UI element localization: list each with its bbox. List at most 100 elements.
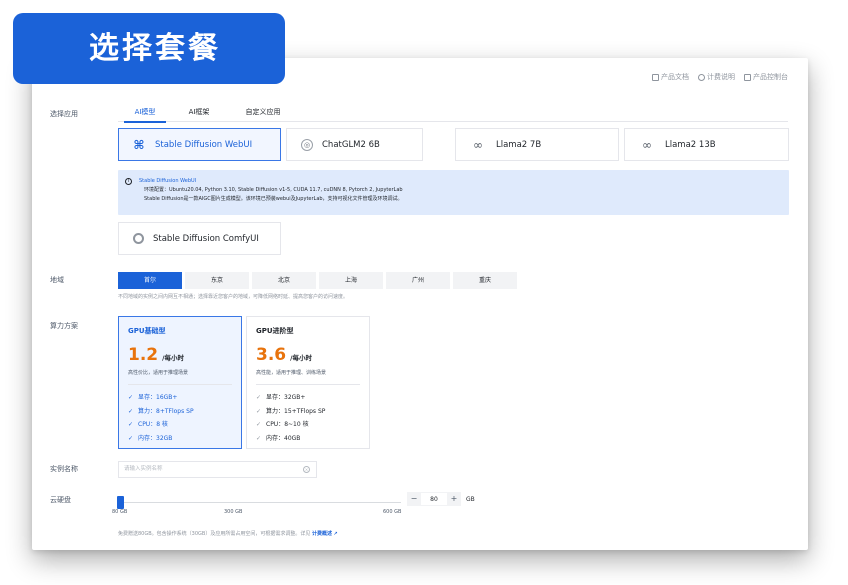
chatglm-icon: ◎ bbox=[301, 138, 313, 151]
grid-icon bbox=[744, 73, 751, 81]
page-title-banner: 选择套餐 bbox=[13, 13, 285, 84]
tab-ai-frameworks[interactable]: AI框架 bbox=[172, 106, 226, 122]
model-label: Llama2 13B bbox=[665, 139, 716, 150]
region-shanghai[interactable]: 上海 bbox=[319, 272, 383, 289]
comfyui-icon bbox=[133, 233, 144, 244]
model-label: ChatGLM2 6B bbox=[322, 139, 380, 150]
model-label: Llama2 7B bbox=[496, 139, 542, 150]
tab-custom-apps[interactable]: 自定义应用 bbox=[226, 106, 300, 122]
price-value: 3.6 bbox=[256, 345, 287, 365]
clear-icon[interactable]: × bbox=[303, 466, 310, 473]
tab-ai-models[interactable]: AI模型 bbox=[118, 106, 172, 123]
app-label: 选择应用 bbox=[50, 110, 78, 118]
check-icon: ✓ bbox=[256, 407, 262, 415]
plan-card-basic[interactable]: GPU基础型 1.2 /每小时 高性价比，适用于推理场景 ✓ 显存：16GB+ ✓… bbox=[118, 316, 242, 449]
info-title: Stable Diffusion WebUI bbox=[139, 178, 197, 184]
purchase-panel: 产品文档 计费说明 产品控制台 选择应用 AI模型 AI框架 自定义应用 ⌘ S… bbox=[32, 58, 808, 550]
instance-name-input[interactable]: 请输入实例名称 × bbox=[118, 461, 317, 478]
check-icon: ✓ bbox=[128, 434, 134, 442]
feature-text: 算力：8+TFlops SP bbox=[138, 407, 194, 415]
region-selector: 首尔 东京 北京 上海 广州 重庆 bbox=[118, 272, 517, 289]
disk-size-stepper: − 80 + GB bbox=[407, 492, 475, 506]
divider bbox=[256, 384, 360, 385]
plan-title: GPU基础型 bbox=[128, 327, 166, 335]
model-card-llama2-7b[interactable]: ∞ Llama2 7B bbox=[455, 128, 619, 161]
compute-label: 算力方案 bbox=[50, 322, 78, 330]
price-unit: /每小时 bbox=[290, 354, 312, 362]
billing-link-label: 计费说明 bbox=[707, 73, 735, 81]
disk-size-slider[interactable] bbox=[117, 496, 401, 509]
check-icon: ✓ bbox=[128, 407, 134, 415]
price-unit: /每小时 bbox=[162, 354, 184, 362]
plan-feature: ✓ 内存：32GB bbox=[128, 432, 241, 446]
info-desc: Stable Diffusion是一款AIGC图片生成模型。该环境已预装webu… bbox=[144, 196, 403, 202]
check-icon: ✓ bbox=[256, 421, 262, 428]
plan-price: 1.2 /每小时 bbox=[128, 345, 241, 365]
check-icon: ✓ bbox=[128, 394, 134, 401]
region-tokyo[interactable]: 东京 bbox=[185, 272, 249, 289]
region-seoul[interactable]: 首尔 bbox=[118, 272, 182, 289]
console-link-label: 产品控制台 bbox=[753, 73, 788, 81]
feature-text: 算力：15+TFlops SP bbox=[266, 407, 326, 415]
feature-text: 内存：40GB bbox=[266, 434, 301, 442]
check-icon: ✓ bbox=[256, 434, 262, 442]
plan-price: 3.6 /每小时 bbox=[256, 345, 369, 365]
region-hint: 不同地域的实例之间内网互不相通；选择靠近您客户的地域，可降低网络时延、提高您客户… bbox=[118, 294, 349, 300]
plan-feature: ✓ 显存：32GB+ bbox=[256, 391, 369, 405]
disk-size-value[interactable]: 80 bbox=[421, 492, 447, 506]
plan-feature: ✓ CPU：8~10 核 bbox=[256, 418, 369, 432]
increment-button[interactable]: + bbox=[447, 492, 461, 506]
feature-text: 内存：32GB bbox=[138, 434, 173, 442]
model-card-sd-webui[interactable]: ⌘ Stable Diffusion WebUI bbox=[118, 128, 281, 161]
plan-card-advanced[interactable]: GPU进阶型 3.6 /每小时 高性能，适用于推理、训练场景 ✓ 显存：32GB+… bbox=[246, 316, 370, 449]
plan-feature: ✓ 内存：40GB bbox=[256, 432, 369, 446]
region-guangzhou[interactable]: 广州 bbox=[386, 272, 450, 289]
slider-tick-min: 80 GB bbox=[112, 509, 128, 515]
plan-feature: ✓ 算力：15+TFlops SP bbox=[256, 405, 369, 419]
slider-tick-mid: 300 GB bbox=[224, 509, 243, 515]
slider-tick-max: 600 GB bbox=[383, 509, 402, 515]
external-link-icon[interactable]: ↗ bbox=[334, 531, 338, 537]
meta-icon: ∞ bbox=[642, 137, 652, 152]
plan-title: GPU进阶型 bbox=[256, 327, 294, 335]
plan-desc: 高性能，适用于推理、训练场景 bbox=[256, 370, 327, 376]
console-link[interactable]: 产品控制台 bbox=[744, 72, 788, 82]
app-tabs: AI模型 AI框架 自定义应用 bbox=[118, 106, 788, 123]
model-info-box: i Stable Diffusion WebUI 环境配置：Ubuntu20.0… bbox=[118, 170, 789, 215]
plan-feature: ✓ 显存：16GB+ bbox=[128, 391, 241, 405]
billing-overview-link[interactable]: 计费概述 bbox=[312, 531, 332, 537]
disk-note-text: 免费赠送80GB。包含操作系统（30GB）及应用所需占用空间，可根据需求调整。详… bbox=[118, 531, 311, 537]
model-label: Stable Diffusion ComfyUI bbox=[153, 233, 259, 244]
region-beijing[interactable]: 北京 bbox=[252, 272, 316, 289]
model-label: Stable Diffusion WebUI bbox=[155, 139, 253, 150]
stable-diffusion-icon: ⌘ bbox=[133, 137, 145, 152]
price-value: 1.2 bbox=[128, 345, 159, 365]
plan-desc: 高性价比，适用于推理场景 bbox=[128, 370, 189, 376]
check-icon: ✓ bbox=[256, 394, 262, 401]
docs-link[interactable]: 产品文档 bbox=[652, 72, 689, 82]
info-icon: i bbox=[125, 178, 132, 185]
model-card-sd-comfyui[interactable]: Stable Diffusion ComfyUI bbox=[118, 222, 281, 255]
decrement-button[interactable]: − bbox=[407, 492, 421, 506]
instance-name-placeholder: 请输入实例名称 bbox=[124, 466, 163, 472]
feature-text: 显存：32GB+ bbox=[266, 394, 306, 401]
check-icon: ✓ bbox=[128, 421, 134, 428]
feature-text: CPU：8~10 核 bbox=[266, 421, 309, 428]
disk-size-unit: GB bbox=[466, 495, 475, 503]
divider bbox=[128, 384, 232, 385]
region-chongqing[interactable]: 重庆 bbox=[453, 272, 517, 289]
meta-icon: ∞ bbox=[473, 137, 483, 152]
plan-feature: ✓ 算力：8+TFlops SP bbox=[128, 405, 241, 419]
help-icon bbox=[698, 73, 705, 81]
billing-link[interactable]: 计费说明 bbox=[698, 72, 735, 82]
model-card-llama2-13b[interactable]: ∞ Llama2 13B bbox=[624, 128, 789, 161]
instance-name-label: 实例名称 bbox=[50, 465, 78, 473]
model-card-chatglm[interactable]: ◎ ChatGLM2 6B bbox=[286, 128, 423, 161]
slider-track[interactable] bbox=[118, 502, 401, 503]
docs-link-label: 产品文档 bbox=[661, 73, 689, 81]
slider-handle[interactable] bbox=[117, 496, 124, 509]
disk-label: 云硬盘 bbox=[50, 496, 71, 504]
feature-text: 显存：16GB+ bbox=[138, 394, 178, 401]
top-links: 产品文档 计费说明 产品控制台 bbox=[652, 72, 788, 82]
feature-text: CPU：8 核 bbox=[138, 421, 168, 428]
